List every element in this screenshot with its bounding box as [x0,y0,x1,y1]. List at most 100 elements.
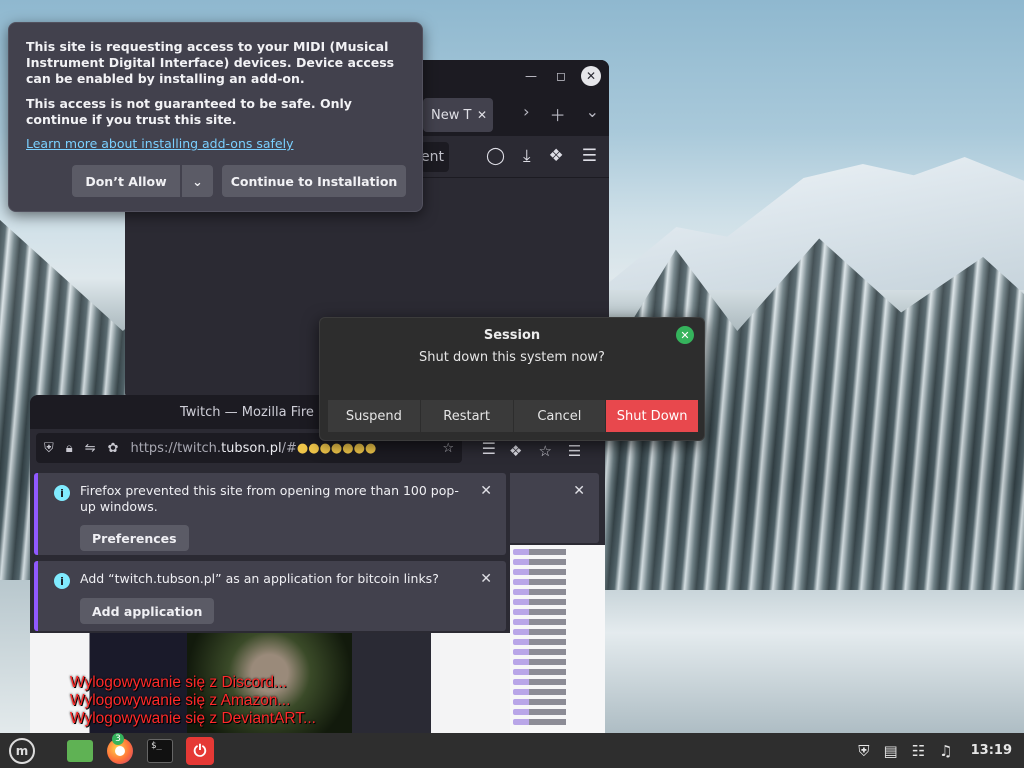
shield-icon[interactable]: ⛨ [858,742,869,760]
protocol-handler-message: Add “twitch.tubson.pl” as an application… [80,571,439,586]
chat-line [513,629,601,635]
learn-more-link[interactable]: Learn more about installing add-ons safe… [26,136,293,151]
chat-line [513,659,601,665]
shield-icon[interactable]: ⛨ [44,441,54,456]
info-icon: i [54,485,70,501]
tab-new-tab[interactable]: New T ✕ [423,98,493,132]
sound-icon[interactable]: ♫ [939,742,952,760]
bookmark-star-icon[interactable]: ☆ [442,441,454,456]
minimize-icon[interactable]: — [521,66,541,86]
chat-line [513,699,601,705]
menu-icon[interactable]: ☰ [568,442,581,460]
chat-line [513,679,601,685]
preferences-button[interactable]: Preferences [80,525,189,551]
download-icon[interactable]: ⤓ [523,146,531,166]
chevron-down-icon[interactable]: ⌄ [181,165,213,197]
extensions-icon[interactable]: ❖ [509,442,522,460]
notification-bar: ✕ [505,473,599,543]
restart-button[interactable]: Restart [420,400,514,432]
chat-line [513,719,601,725]
session-dialog: Session ✕ Shut down this system now? Sus… [319,317,705,441]
clock[interactable]: 13:19 [971,743,1012,758]
new-tab-icon[interactable]: ＋ [550,102,566,126]
update-manager-icon[interactable]: ▤ [884,742,898,760]
chat-line [513,689,601,695]
fingerprint-icon[interactable]: ✿ [108,441,119,456]
terminal-launcher[interactable]: $_ [142,733,178,768]
close-icon[interactable]: ✕ [480,483,492,499]
firefox-launcher[interactable]: 3 [102,733,138,768]
logout-line: Wylogowywanie się z DeviantART... [70,710,316,727]
close-icon[interactable]: ✕ [676,326,694,344]
pocket-icon[interactable]: ◯ [486,146,505,166]
menu-icon[interactable]: ☰ [482,439,496,458]
suspend-button[interactable]: Suspend [328,400,421,432]
window-title: Twitch — Mozilla Fire [180,404,314,420]
midi-message: This site is requesting access to your M… [26,39,395,86]
chat-line [513,599,601,605]
network-icon[interactable]: ☷ [912,742,925,760]
close-icon[interactable]: ✕ [480,571,492,587]
shutdown-launcher[interactable]: ⏻ [182,733,218,768]
info-icon: i [54,573,70,589]
close-icon[interactable]: ✕ [581,66,601,86]
terminal-icon: $_ [147,738,173,763]
window-count-badge: 3 [112,733,124,745]
file-manager-launcher[interactable] [62,733,98,768]
start-menu-button[interactable]: m [4,733,40,768]
dont-allow-button[interactable]: Don’t Allow [72,165,180,197]
chat-line [513,569,601,575]
extensions-icon[interactable]: ❖ [549,146,564,166]
chat-line [513,609,601,615]
popup-blocked-notification: i Firefox prevented this site from openi… [34,473,506,555]
continue-installation-button[interactable]: Continue to Installation [222,165,406,197]
dialog-question: Shut down this system now? [419,350,605,365]
protocol-handler-notification: i Add “twitch.tubson.pl” as an applicati… [34,561,506,631]
chat-panel [509,545,605,733]
folder-icon [67,739,93,762]
chat-line [513,639,601,645]
maximize-icon[interactable]: ◻ [551,66,571,86]
chat-line [513,579,601,585]
url-fragment: ent [421,149,444,165]
popup-blocked-message: Firefox prevented this site from opening… [80,483,459,514]
stream-thumbnail [352,633,510,733]
chat-line [513,559,601,565]
logout-overlay: Wylogowywanie się z Discord... Wylogowyw… [70,674,316,728]
logout-line: Wylogowywanie się z Discord... [70,674,287,691]
add-application-button[interactable]: Add application [80,598,215,624]
url-prefix: https://twitch. [130,440,222,456]
url-bar[interactable]: ent [421,142,449,172]
url-host: tubson.pl [221,440,282,456]
cancel-button[interactable]: Cancel [513,400,607,432]
system-tray: ⛨ ▤ ☷ ♫ 13:19 [858,733,1012,768]
shut-down-button[interactable]: Shut Down [606,400,698,432]
emoji-string: ●●●●●●● [296,440,377,456]
midi-permission-popup: This site is requesting access to your M… [8,22,423,212]
dialog-title: Session [483,327,541,343]
chevron-down-icon[interactable]: ⌄ [586,102,599,126]
tab-close-icon[interactable]: ✕ [477,108,487,122]
close-icon[interactable]: ✕ [573,483,585,499]
taskbar: m 3 $_ ⏻ ⛨ ▤ ☷ ♫ 13:19 [0,733,1024,768]
power-icon: ⏻ [186,736,214,765]
tab-label: New T [431,107,472,123]
chat-line [513,669,601,675]
wallpaper-lake [600,590,1024,733]
chat-line [513,649,601,655]
chat-line [513,619,601,625]
menu-icon[interactable]: ☰ [582,146,597,166]
chat-line [513,589,601,595]
bookmark-star-icon[interactable]: ☆ [538,442,551,460]
midi-warning: This access is not guaranteed to be safe… [26,96,352,127]
chat-line [513,709,601,715]
logout-line: Wylogowywanie się z Amazon... [70,692,291,709]
permissions-icon[interactable]: ⇋ [85,441,96,456]
url-suffix: /# [281,440,297,456]
firefox-window-third[interactable]: ❖ ☆ ☰ ✕ [505,437,605,733]
url-text[interactable]: https://twitch.tubson.pl/#●●●●●●● [131,441,391,456]
chat-line [513,549,601,555]
chevron-right-icon[interactable]: › [523,102,529,126]
mint-menu-icon: m [9,737,35,764]
lock-icon[interactable]: 🔒︎ [66,441,73,456]
